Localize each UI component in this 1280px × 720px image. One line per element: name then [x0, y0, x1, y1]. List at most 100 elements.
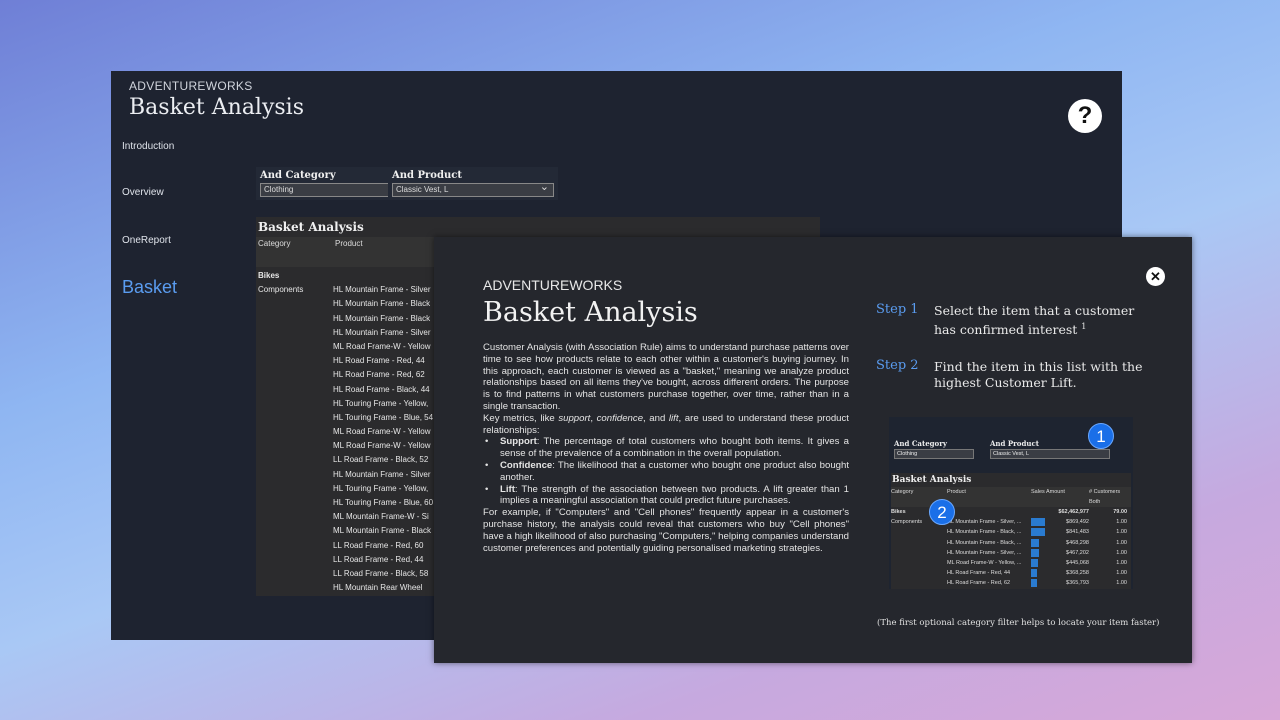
text: $468,298	[1066, 539, 1089, 546]
product-cell: HL Mountain Frame - Silver	[333, 327, 431, 337]
text: $869,492	[1066, 519, 1089, 526]
text: , and	[643, 412, 669, 424]
sales-cell: $445,068	[1031, 558, 1089, 568]
metrics-list: Support: The percentage of total custome…	[483, 436, 849, 507]
product-cell: LL Road Frame - Red, 60	[333, 540, 424, 550]
category-cell	[256, 510, 333, 524]
text: And Product	[990, 439, 1039, 448]
text: Product	[947, 489, 966, 495]
product-cell: HL Road Frame - Red, 62	[333, 370, 425, 380]
category-cell	[256, 397, 333, 411]
text: Key metrics, like	[483, 412, 559, 424]
product-cell: ML Road Frame-W - Yellow	[333, 341, 431, 351]
sales-bar	[1031, 538, 1039, 547]
text: : The percentage of total customers who …	[500, 436, 849, 460]
metrics-text: Key metrics, like support, confidence, a…	[483, 413, 849, 437]
preview-row: HL Mountain Frame - Silver, ... $467,202 1…	[891, 548, 1131, 558]
product-cell: LL Road Frame - Black, 58	[333, 568, 429, 578]
category-cell	[256, 453, 333, 467]
sales-cell: $365,793	[1031, 578, 1089, 588]
category-cell	[256, 411, 333, 425]
nav-onereport[interactable]: OneReport	[122, 235, 171, 246]
product-cell: ML Road Frame-W - Yellow	[333, 441, 431, 451]
product-cell: HL Touring Frame - Yellow,	[333, 398, 429, 408]
preview-title: Basket Analysis	[892, 475, 972, 485]
text: : The likelihood that a customer who bou…	[500, 459, 849, 483]
text: 1.00	[1116, 560, 1127, 567]
preview-row: Components HL Mountain Frame - Silver, ..…	[891, 517, 1131, 527]
category-cell	[256, 326, 333, 340]
term: Support	[500, 436, 537, 448]
step-badge-2: 2	[929, 499, 955, 525]
text: 1.00	[1116, 529, 1127, 536]
text: lift	[668, 412, 679, 424]
col-product[interactable]: Product	[333, 237, 365, 267]
sales-cell: $841,483	[1031, 527, 1089, 537]
preview-row: HL Mountain Frame - Black, ... $468,298 1.…	[891, 538, 1131, 548]
text: $467,202	[1066, 549, 1089, 556]
category-cell	[256, 539, 333, 553]
text: $841,483	[1066, 529, 1089, 536]
product-dropdown[interactable]: Classic Vest, L	[392, 181, 554, 197]
nav-introduction[interactable]: Introduction	[122, 141, 174, 152]
footnote-mark: 1	[1081, 322, 1087, 331]
step-2-label: Step 2	[876, 358, 919, 373]
sales-bar	[1031, 569, 1037, 578]
text: HL Mountain Frame - Black, ...	[947, 529, 1022, 536]
sales-cell: $368,258	[1031, 568, 1089, 578]
category-cell	[256, 439, 333, 453]
text: confidence	[596, 412, 644, 424]
table-title: Basket Analysis	[258, 220, 364, 234]
category-cell	[256, 468, 333, 482]
product-cell: ML Mountain Frame-W - Si	[333, 512, 429, 522]
text: $365,793	[1066, 580, 1089, 587]
text: 1.00	[1116, 519, 1127, 526]
sales-bar	[1031, 579, 1037, 588]
list-item: Confidence: The likelihood that a custom…	[483, 460, 849, 484]
product-cell: HL Mountain Frame - Silver	[333, 469, 431, 479]
sales-bar	[1031, 518, 1045, 527]
preview-row: HL Road Frame - Red, 44 $368,258 1.00	[891, 568, 1131, 578]
text: 1.00	[1116, 570, 1127, 577]
text: And Category	[894, 439, 947, 448]
category-cell	[256, 340, 333, 354]
text: : The strength of the association betwee…	[500, 483, 849, 507]
slicer-label: And Product	[392, 170, 462, 181]
col-category[interactable]: Category	[256, 237, 333, 267]
sales-cell: $467,202	[1031, 548, 1089, 558]
text: 79.00	[1113, 509, 1127, 516]
sales-bar	[1031, 559, 1039, 568]
nav-basket[interactable]: Basket	[122, 277, 177, 298]
category-cell: Components	[258, 285, 304, 295]
list-item: Support: The percentage of total custome…	[483, 436, 849, 460]
text: 1.00	[1116, 549, 1127, 556]
product-cell: HL Mountain Rear Wheel	[333, 583, 423, 593]
text: Sales Amount	[1031, 489, 1065, 495]
sales-cell: $869,492	[1031, 517, 1089, 527]
preview-dropdown: Classic Vest, L	[990, 449, 1110, 459]
preview-row: ML Road Frame-W - Yellow, ... $445,068 1.0…	[891, 558, 1131, 568]
preview-row: HL Mountain Frame - Black, ... $841,483 1.…	[891, 527, 1131, 537]
category-cell	[256, 553, 333, 567]
product-cell: LL Road Frame - Black, 52	[333, 455, 429, 465]
text: $445,068	[1066, 560, 1089, 567]
category-cell	[256, 383, 333, 397]
step-1-label: Step 1	[876, 302, 919, 317]
help-modal: ADVENTUREWORKS Basket Analysis ✕ Custome…	[434, 237, 1192, 663]
preview-category-slicer: And Category Clothing	[894, 439, 974, 459]
product-cell: HL Road Frame - Black, 44	[333, 384, 430, 394]
step-badge-1: 1	[1088, 423, 1114, 449]
product-cell: HL Mountain Frame - Black	[333, 299, 431, 309]
modal-brand: ADVENTUREWORKS	[483, 277, 623, 293]
nav-overview[interactable]: Overview	[122, 187, 164, 198]
close-icon[interactable]: ✕	[1146, 267, 1165, 286]
text: HL Road Frame - Red, 62	[947, 580, 1011, 587]
product-slicer: And Product Classic Vest, L	[388, 167, 558, 200]
product-cell: ML Road Frame-W - Yellow	[333, 427, 431, 437]
preview-table: Basket Analysis Category Product Sales A…	[891, 473, 1131, 589]
product-cell: HL Touring Frame - Yellow,	[333, 483, 429, 493]
text: $62,462,977	[1058, 509, 1089, 516]
question-icon[interactable]: ?	[1068, 99, 1102, 133]
page-title: Basket Analysis	[129, 95, 305, 120]
sales-bar	[1031, 548, 1039, 557]
